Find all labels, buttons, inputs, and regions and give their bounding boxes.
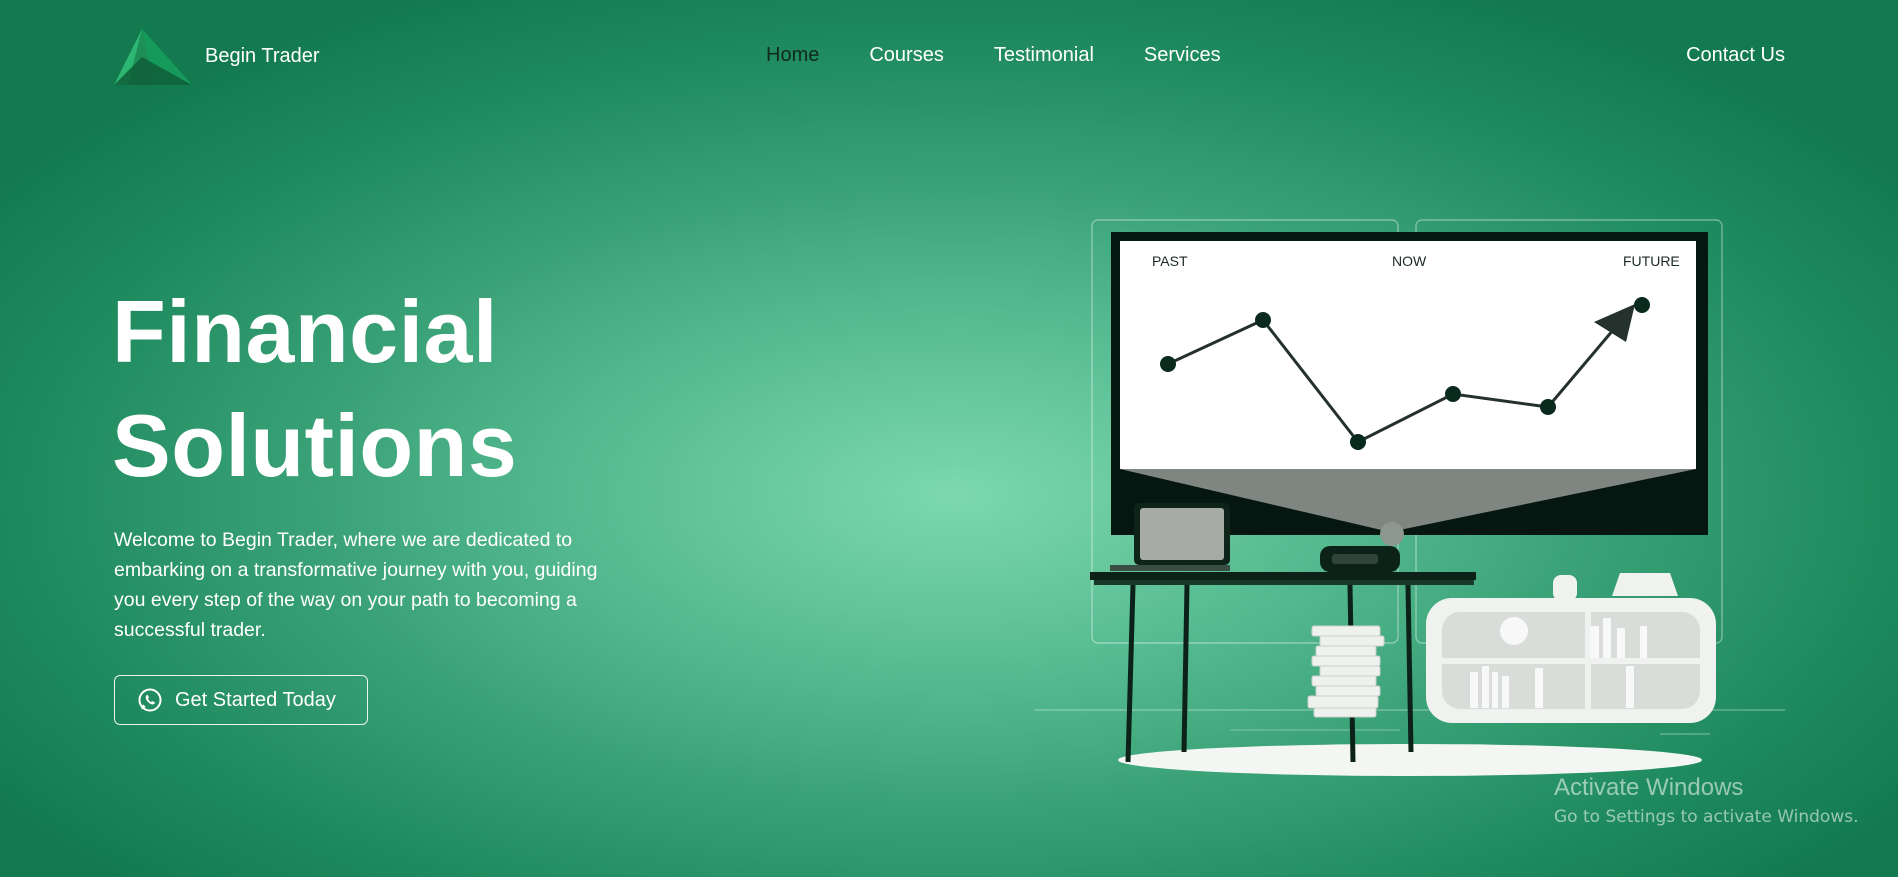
- hero-title-line2: Solutions: [112, 396, 518, 495]
- data-point: [1445, 386, 1461, 402]
- whatsapp-icon: [138, 688, 162, 712]
- watermark-line2: Go to Settings to activate Windows.: [1554, 807, 1859, 827]
- watermark-line1: Activate Windows: [1554, 774, 1744, 801]
- nav-services[interactable]: Services: [1144, 44, 1221, 67]
- get-started-button[interactable]: Get Started Today: [114, 675, 368, 725]
- nav-courses[interactable]: Courses: [869, 44, 943, 67]
- shelf-calendar: [1612, 573, 1678, 596]
- hero-title-line1: Financial: [112, 282, 498, 381]
- hero-title: Financial Solutions: [112, 275, 517, 503]
- nav-testimonial[interactable]: Testimonial: [994, 44, 1094, 67]
- data-point: [1160, 356, 1176, 372]
- label-future: FUTURE: [1623, 253, 1680, 269]
- nav-home[interactable]: Home: [766, 44, 819, 67]
- data-point: [1255, 312, 1271, 328]
- data-point: [1634, 297, 1650, 313]
- shelf-lamp: [1553, 575, 1577, 601]
- main-nav: Home Courses Testimonial Services: [766, 44, 1221, 67]
- data-point: [1350, 434, 1366, 450]
- book-stack: [1307, 625, 1385, 718]
- data-point: [1540, 399, 1556, 415]
- trading-presentation-illustration: PAST NOW FUTURE: [1034, 219, 1785, 776]
- get-started-label: Get Started Today: [175, 688, 336, 711]
- brand-name[interactable]: Begin Trader: [205, 45, 320, 68]
- label-now: NOW: [1392, 253, 1427, 269]
- contact-us-link[interactable]: Contact Us: [1686, 44, 1785, 67]
- hero-description: Welcome to Begin Trader, where we are de…: [114, 529, 598, 641]
- desk-top: [1090, 572, 1476, 580]
- site-header: Begin Trader Home Courses Testimonial Se…: [0, 0, 1898, 115]
- label-past: PAST: [1152, 253, 1188, 269]
- chart-area: [1120, 241, 1696, 469]
- triangle-logo-icon[interactable]: [114, 27, 194, 87]
- activate-windows-watermark: Activate Windows Go to Settings to activ…: [1554, 773, 1859, 831]
